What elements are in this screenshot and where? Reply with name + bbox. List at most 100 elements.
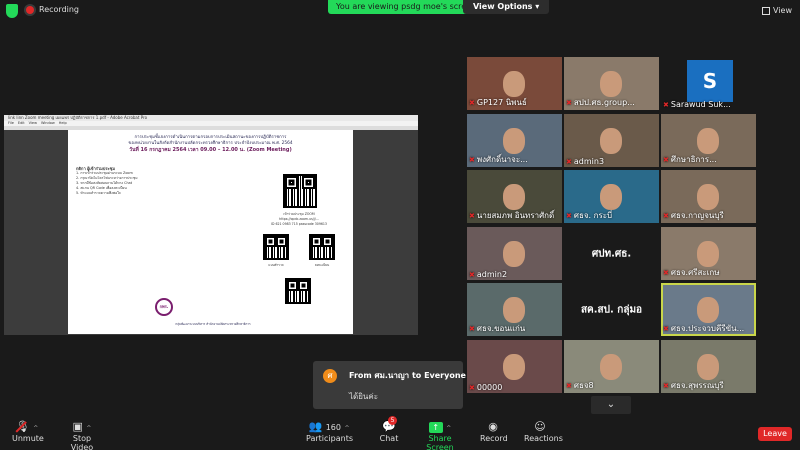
participant-tile[interactable]: ✖ ศธจ.ประจวบคีรีขัน... (661, 283, 756, 336)
stop-video-button[interactable]: ▣ ^ Stop Video (62, 420, 102, 450)
participant-tile[interactable]: ✖ พงศักดิ์นาจะ... (467, 114, 562, 167)
chat-notification[interactable]: ศ From ศม.นาญา to Everyone ได้ยินค่ะ (313, 361, 466, 409)
recording-label: Recording (39, 5, 80, 14)
participant-video-feed (503, 128, 525, 154)
participant-tile[interactable]: ✖ ศธจ.ศรีสะเกษ (661, 227, 756, 280)
qr-code-extra-icon (285, 278, 311, 304)
mic-muted-icon: ✖ (663, 268, 669, 277)
participant-tile[interactable]: ศปท.ศธ. (564, 227, 659, 280)
chat-button[interactable]: 💬 5 Chat (378, 416, 400, 443)
doc-rules: กติกา ผู้เข้าร่วมประชุม 1. การเข้าร่วมปร… (76, 166, 251, 196)
view-button[interactable]: View (762, 6, 792, 15)
mic-muted-icon: ✖ (469, 155, 475, 164)
qr-code-register-icon (309, 234, 335, 260)
qr-caption-survey: แบบสำรวจ (268, 263, 284, 267)
mic-muted-icon: ✖ (663, 211, 669, 220)
participant-tile[interactable]: ✖ admin3 (564, 114, 659, 167)
participant-name: ศธจ.ขอนแก่น (476, 324, 526, 333)
participant-tile[interactable]: ✖ 00000 (467, 340, 562, 393)
participant-tile[interactable]: ✖ ศธจ8 (564, 340, 659, 393)
doc-footer: กลุ่มพัฒนาระบบบริหาร สำนักงานปลัดกระทรวง… (175, 322, 251, 326)
view-options-button[interactable]: View Options ▾ (463, 0, 550, 14)
caret-icon[interactable]: ^ (86, 425, 91, 432)
participant-name-label: ✖ ศธจ.สุพรรณบุรี (663, 379, 724, 392)
leave-button[interactable]: Leave (758, 427, 792, 441)
participant-video-feed (697, 184, 719, 210)
reactions-button[interactable]: ☺ Reactions (524, 420, 563, 443)
participant-tile[interactable]: สค.สป. กลุ่มอ (564, 283, 659, 336)
participant-name: GP127 นิพนธ์ (476, 98, 527, 107)
participant-tile[interactable]: ✖ admin2 (467, 227, 562, 280)
record-button[interactable]: ◉ Record (480, 420, 508, 443)
chat-badge: 5 (388, 416, 397, 425)
participant-name: ศธจ.ศรีสะเกษ (670, 268, 720, 277)
participant-video-feed (600, 184, 622, 210)
participant-name-label: ✖ ศธจ.ขอนแก่น (469, 322, 525, 335)
participant-tile[interactable]: ✖ ศธจ.สุพรรณบุรี (661, 340, 756, 393)
participant-name-label: ✖ GP127 นิพนธ์ (469, 96, 527, 109)
participant-name: 00000 (476, 383, 503, 392)
mic-muted-icon: ✖ (663, 381, 669, 390)
participant-name-label: ✖ admin3 (566, 157, 604, 166)
participant-tile[interactable]: ✖ นายสมภพ อินทราศักดิ์ (467, 170, 562, 223)
rule-item: 5. ทำแบบสำรวจความพึงพอใจ (76, 191, 121, 195)
participant-name: พงศักดิ์นาจะ... (476, 155, 528, 164)
participants-count: 160 (325, 423, 341, 432)
doc-title-3: วันที่ 16 กรกฎาคม 2564 เวลา 09.00 – 12.0… (129, 147, 292, 153)
participant-tile[interactable]: ✖ ศึกษาธิการ... (661, 114, 756, 167)
participant-video-feed (503, 184, 525, 210)
shared-screen: link linn Zoom meeting เผยแพร่ ปฏิบัติรา… (4, 115, 418, 335)
mic-muted-icon: ✖ (469, 211, 475, 220)
participant-tile[interactable]: S ✖ Sarawud Suk... (661, 57, 756, 110)
participant-video-feed (697, 128, 719, 154)
menu-edit: Edit (17, 121, 25, 125)
zoom-link: https://opdc.zoom.us/j/... (279, 217, 319, 221)
top-bar: Recording You are viewing psdg moe's scr… (0, 0, 800, 24)
record-icon: ◉ (488, 420, 498, 433)
participant-name-label: ✖ ศธจ8 (566, 379, 594, 392)
participant-name: ศธจ8 (573, 381, 594, 390)
participant-video-feed (600, 354, 622, 380)
mic-muted-icon: ✖ (566, 381, 572, 390)
encryption-shield-icon[interactable] (6, 4, 18, 18)
qr-code-zoom-icon (283, 174, 317, 208)
mic-muted-icon: ✖ (663, 155, 669, 164)
unmute-button[interactable]: 🎙 ^ Unmute (12, 420, 44, 443)
meeting-toolbar: 🎙 ^ Unmute ▣ ^ Stop Video 👥 160 ^ Partic… (0, 414, 800, 450)
chat-from: From ศม.นาญา to Everyone (349, 371, 466, 380)
menu-view: View (28, 121, 37, 125)
participant-video-feed (600, 71, 622, 97)
participants-button[interactable]: 👥 160 ^ Participants (306, 420, 353, 443)
share-screen-label: Share Screen (426, 434, 454, 450)
participant-name-label: ✖ ศธจ.ประจวบคีรีขัน... (663, 322, 744, 335)
mic-muted-icon: ✖ (566, 211, 572, 220)
caret-icon[interactable]: ^ (33, 425, 38, 432)
recording-indicator[interactable]: Recording (26, 5, 79, 14)
record-label: Record (480, 434, 508, 443)
participant-tile[interactable]: ✖ ศธจ. กระบี่ (564, 170, 659, 223)
participant-tile[interactable]: ✖ ศธจ.กาญจนบุรี (661, 170, 756, 223)
gallery-next-page-chevron-icon[interactable]: ⌄ (591, 396, 631, 414)
participant-tile[interactable]: ✖ สปป.ศธ.group... (564, 57, 659, 110)
menu-window: Window (40, 121, 55, 125)
participant-tile[interactable]: ✖ ศธจ.ขอนแก่น (467, 283, 562, 336)
mic-muted-icon: ✖ (469, 270, 475, 279)
participant-tile[interactable]: ✖ GP127 นิพนธ์ (467, 57, 562, 110)
share-screen-icon: ↑ ^ (418, 420, 462, 434)
participant-name: ศธจ. กระบี่ (573, 211, 613, 220)
logo-text: กพร. (159, 304, 169, 309)
chat-bubble-icon: 💬 5 (382, 416, 397, 433)
participant-name: admin2 (476, 270, 508, 279)
share-screen-button[interactable]: ↑ ^ Share Screen (418, 420, 462, 450)
participant-name-label: ✖ สปป.ศธ.group... (566, 96, 635, 109)
caret-icon[interactable]: ^ (344, 425, 349, 432)
chat-message: ได้ยินค่ะ (349, 392, 379, 401)
zoom-window: Recording You are viewing psdg moe's scr… (0, 0, 800, 450)
caret-icon[interactable]: ^ (446, 425, 451, 432)
participant-name-label: ✖ ศธจ. กระบี่ (566, 209, 612, 222)
pdf-page: การประชุมชี้แจงการดำเนินการตามกรอบการประ… (68, 130, 353, 334)
participant-avatar: S (687, 60, 733, 102)
meeting-id: ID 621 0983 715 passcode 309613 (271, 222, 327, 226)
participant-video-feed (503, 354, 525, 380)
participant-name-label: ✖ 00000 (469, 383, 502, 392)
